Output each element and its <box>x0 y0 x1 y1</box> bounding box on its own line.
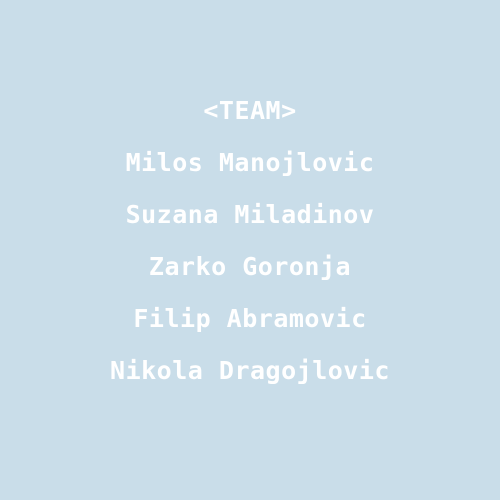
team-member-name: Zarko Goronja <box>148 252 352 281</box>
team-member-name: Filip Abramovic <box>133 304 367 333</box>
team-member-name: Milos Manojlovic <box>125 148 375 177</box>
team-credits-list: <TEAM> Milos Manojlovic Suzana Miladinov… <box>0 91 500 403</box>
team-heading: <TEAM> <box>203 96 297 125</box>
team-member-name: Suzana Miladinov <box>125 200 375 229</box>
team-member-name: Nikola Dragojlovic <box>110 356 390 385</box>
credits-screen: <TEAM> Milos Manojlovic Suzana Miladinov… <box>0 0 500 500</box>
